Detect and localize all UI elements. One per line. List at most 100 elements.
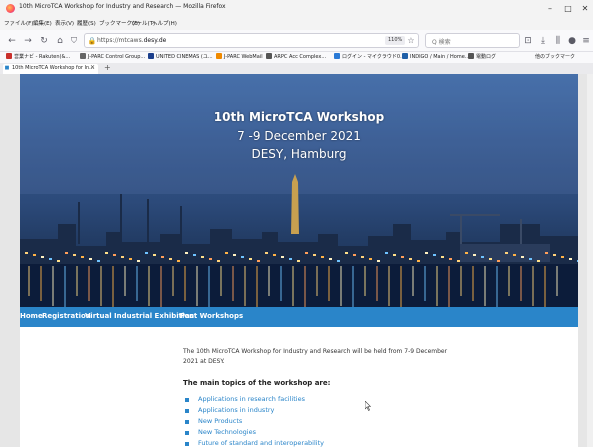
light-reflection (52, 266, 54, 306)
city-light (529, 258, 532, 260)
city-light (481, 256, 484, 258)
city-light (353, 254, 356, 256)
city-light (433, 254, 436, 256)
city-light (25, 252, 28, 254)
city-light (505, 252, 508, 254)
light-reflection (400, 266, 402, 307)
light-reflection (316, 266, 318, 296)
light-reflection (448, 266, 450, 307)
building (210, 229, 232, 264)
tab-close-icon[interactable]: ✕ (90, 64, 95, 71)
city-light (393, 254, 396, 256)
nav-virtual-exhibition[interactable]: Virtual Industrial Exhibition (85, 312, 194, 320)
city-light (401, 256, 404, 258)
page-scrollbar[interactable] (587, 74, 593, 447)
bookmark-item[interactable]: J-PARC Control Group... (80, 53, 145, 60)
download-icon[interactable]: ⤓ (537, 35, 549, 47)
building (20, 239, 60, 264)
maximize-icon[interactable]: □ (561, 3, 575, 15)
url-bar[interactable]: 🔒 https://mtcaws.desy.de 110% ☆ (84, 33, 419, 48)
nav-home[interactable]: Home (20, 312, 43, 320)
bookmark-star-icon[interactable]: ☆ (405, 35, 417, 47)
city-light (473, 254, 476, 256)
menu-file[interactable]: ファイル(F) (4, 19, 33, 27)
other-bookmarks[interactable]: 他のブックマーク (535, 53, 575, 60)
bookmark-favicon (402, 53, 408, 59)
tab-active[interactable]: ■ 10th MicroTCA Workshop for In... ✕ (3, 64, 98, 74)
church-tower (291, 174, 299, 234)
light-reflection (304, 266, 306, 307)
title-bar: 10th MicroTCA Workshop for Industry and … (0, 0, 593, 18)
city-light (41, 256, 44, 258)
light-reflection (172, 266, 174, 296)
menu-edit[interactable]: 編集(E) (33, 19, 52, 27)
home-icon[interactable]: ⌂ (54, 35, 66, 47)
mast (120, 194, 122, 244)
light-reflection (28, 266, 30, 296)
site-nav: Home Registration Virtual Industrial Exh… (20, 307, 578, 327)
library-icon[interactable]: ⫼ (552, 35, 564, 47)
crane-arm (450, 214, 500, 216)
topics-heading: The main topics of the workshop are: (183, 379, 331, 387)
light-reflection (412, 266, 414, 296)
new-tab-icon[interactable]: + (104, 63, 111, 72)
city-light (105, 252, 108, 254)
bookmark-favicon (468, 53, 474, 59)
reload-icon[interactable]: ↻ (38, 35, 50, 47)
url-text[interactable]: https://mtcaws.desy.de (97, 37, 166, 44)
city-light (449, 258, 452, 260)
bullet-icon (185, 409, 189, 413)
light-reflection (376, 266, 378, 301)
nav-past-workshops[interactable]: Past Workshops (180, 312, 243, 320)
bookmark-item[interactable]: UNITED CINEMAS (ユ... (148, 53, 213, 60)
topic-text: New Products (198, 417, 243, 425)
minimize-icon[interactable]: – (543, 3, 557, 15)
menu-history[interactable]: 履歴(S) (77, 19, 96, 27)
site-favicon: ■ (4, 65, 10, 71)
menu-help[interactable]: ヘルプ(H) (152, 19, 177, 27)
nav-registration[interactable]: Registration (42, 312, 91, 320)
forward-icon[interactable]: → (22, 35, 34, 47)
browser-window: 10th MicroTCA Workshop for Industry and … (0, 0, 593, 447)
bookmark-item[interactable]: ARPC Acc Complex... (266, 53, 326, 60)
light-reflection (244, 266, 246, 306)
city-light (313, 254, 316, 256)
light-reflection (532, 266, 534, 306)
city-light (297, 260, 300, 262)
city-light (329, 258, 332, 260)
close-icon[interactable]: ✕ (578, 3, 592, 15)
bookmark-item[interactable]: 営業ナビ - Rakuten(&... (6, 53, 70, 60)
city-light (577, 260, 578, 262)
bookmark-item[interactable]: ログイン - マイクラウド0... (334, 53, 405, 60)
bookmark-item[interactable]: INDIGO / Main / Home... (402, 53, 470, 60)
light-reflection (292, 266, 294, 306)
zoom-indicator[interactable]: 110% (385, 36, 406, 45)
account-icon[interactable]: ● (566, 35, 578, 47)
menu-view[interactable]: 表示(V) (55, 19, 74, 27)
light-reflection (388, 266, 390, 306)
bookmark-item[interactable]: J-PARC WebMail (216, 53, 263, 60)
city-light (129, 258, 132, 260)
shield-icon[interactable]: ⛉ (68, 35, 80, 47)
light-reflection (124, 266, 126, 296)
workshop-title: 10th MicroTCA Workshop (213, 110, 385, 124)
search-bar[interactable]: Q 検索 (425, 33, 520, 48)
city-light (537, 260, 540, 262)
bookmark-favicon (148, 53, 154, 59)
menu-icon[interactable]: ≡ (580, 35, 592, 47)
bookmarks-bar: 営業ナビ - Rakuten(&... J-PARC Control Group… (0, 52, 593, 63)
city-light (177, 260, 180, 262)
city-light (89, 258, 92, 260)
hero-banner: 10th MicroTCA Workshop 7 -9 December 202… (20, 74, 578, 307)
city-light (521, 256, 524, 258)
list-item: New Technologies (185, 428, 385, 438)
city-light (545, 252, 548, 254)
bookmark-item[interactable]: 電動ログ (468, 53, 496, 60)
back-icon[interactable]: ← (6, 35, 18, 47)
topic-text: Applications in research facilities (198, 395, 305, 403)
city-light (145, 252, 148, 254)
light-reflection (424, 266, 426, 301)
mouse-cursor-icon (365, 401, 371, 411)
pocket-icon[interactable]: ⊡ (522, 35, 534, 47)
light-reflection (340, 266, 342, 306)
